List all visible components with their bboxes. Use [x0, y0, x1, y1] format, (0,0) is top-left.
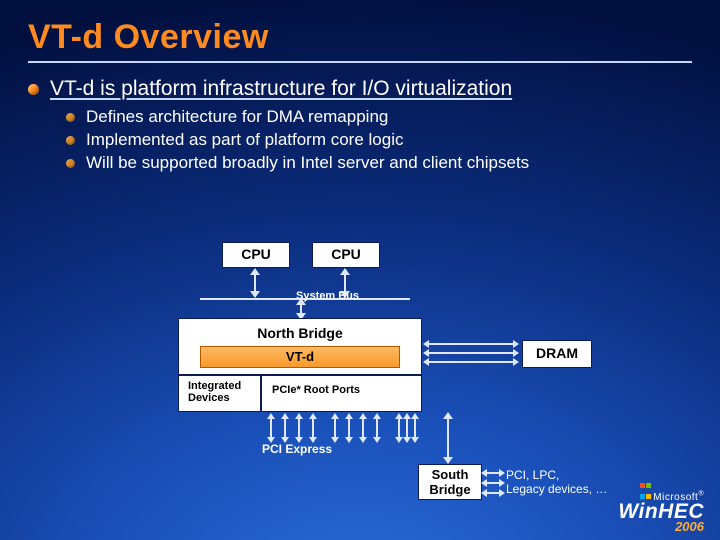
pcie-root-ports-label: PCIe* Root Ports: [272, 384, 360, 396]
brand-logo: Microsoft® WinHEC 2006: [618, 480, 704, 534]
windows-flag-icon: [637, 480, 651, 502]
bullet-list-level-2: Defines architecture for DMA remapping I…: [28, 107, 692, 173]
bullet-list-level-1: VT-d is platform infrastructure for I/O …: [28, 77, 692, 101]
slide: VT-d Overview VT-d is platform infrastru…: [0, 0, 720, 540]
north-bridge-label: North Bridge: [257, 325, 343, 341]
bus-arrow-icon: [447, 418, 449, 458]
bullet-main: VT-d is platform infrastructure for I/O …: [28, 77, 692, 101]
cpu-box: CPU: [312, 242, 380, 268]
divider-line: [178, 374, 422, 376]
divider-line: [260, 374, 262, 412]
integrated-devices-label: Integrated Devices: [188, 380, 258, 404]
slide-title: VT-d Overview: [28, 18, 692, 63]
pcie-lanes-icon: [270, 418, 314, 438]
sub-bullet: Will be supported broadly in Intel serve…: [66, 153, 692, 173]
vtd-box: VT-d: [200, 346, 400, 368]
legacy-bus-icon: [486, 472, 500, 494]
memory-bus-icon: [428, 343, 514, 363]
sub-bullet: Defines architecture for DMA remapping: [66, 107, 692, 127]
bus-arrow-icon: [300, 304, 302, 314]
dram-box: DRAM: [522, 340, 592, 368]
architecture-diagram: CPU CPU System Bus North Bridge VT-d Int…: [0, 228, 720, 540]
sub-bullet: Implemented as part of platform core log…: [66, 130, 692, 150]
pcie-lanes-icon: [334, 418, 378, 438]
dmi-lanes-icon: [398, 418, 416, 438]
south-bridge-box: South Bridge: [418, 464, 482, 500]
pci-express-label: PCI Express: [262, 442, 332, 456]
cpu-box: CPU: [222, 242, 290, 268]
bus-arrow-icon: [254, 274, 256, 292]
system-bus-label: System Bus: [296, 290, 359, 302]
